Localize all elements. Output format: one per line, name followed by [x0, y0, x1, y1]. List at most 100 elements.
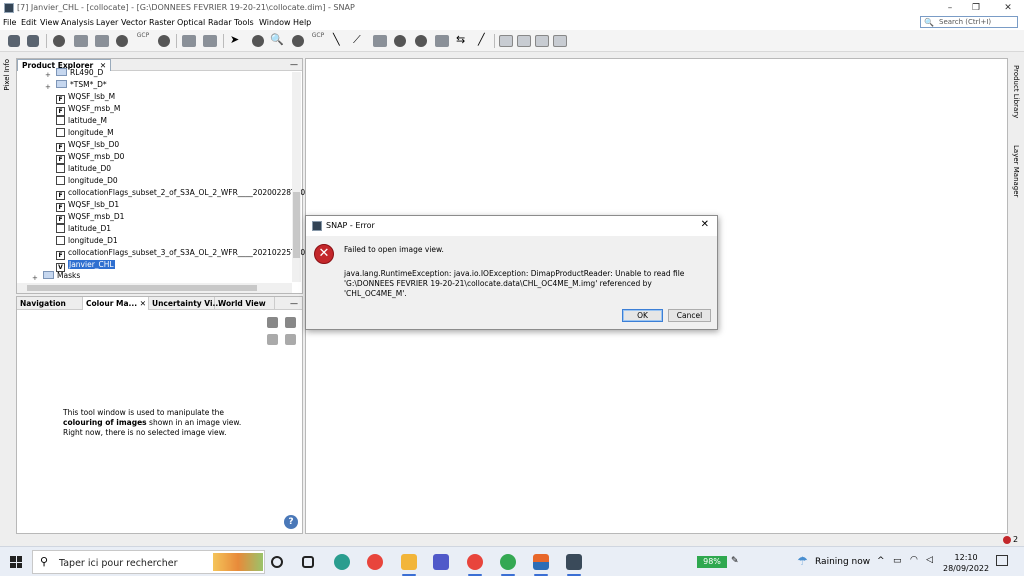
- polygon-drawing-icon[interactable]: [394, 35, 406, 47]
- menu-optical[interactable]: Optical: [177, 18, 205, 27]
- scrollbar-thumb[interactable]: [293, 192, 300, 258]
- search-input[interactable]: 🔍 Search (Ctrl+I): [920, 16, 1018, 28]
- pixel-info-tool-icon[interactable]: ╱: [478, 33, 494, 49]
- save-product-icon[interactable]: [27, 35, 39, 47]
- file-explorer-icon[interactable]: [401, 554, 417, 570]
- tile-evenly-icon[interactable]: [535, 35, 549, 47]
- tile-horizontally-icon[interactable]: [499, 35, 513, 47]
- notification-center-icon[interactable]: [996, 555, 1008, 566]
- tree-band-item[interactable]: longitude_D1: [56, 235, 118, 247]
- taskbar-search-input[interactable]: ⚲ Taper ici pour rechercher: [32, 550, 265, 574]
- batch-processing-icon[interactable]: [203, 35, 217, 47]
- minimize-panel-button[interactable]: —: [290, 299, 298, 308]
- menu-analysis[interactable]: Analysis: [61, 18, 94, 27]
- menu-radar[interactable]: Radar: [208, 18, 232, 27]
- battery-icon[interactable]: ▭: [893, 556, 902, 566]
- tree-band-item[interactable]: latitude_D1: [56, 223, 111, 235]
- close-icon[interactable]: ✕: [140, 299, 146, 308]
- graph-builder-icon[interactable]: [182, 35, 196, 47]
- tab-navigation[interactable]: Navigation: [17, 297, 83, 310]
- ellipse-drawing-icon[interactable]: [415, 35, 427, 47]
- cortana-icon[interactable]: [271, 556, 283, 568]
- pin-placing-icon[interactable]: [292, 35, 304, 47]
- mask-manager-icon[interactable]: [158, 35, 170, 47]
- app-icon[interactable]: [533, 554, 549, 570]
- horizontal-scrollbar[interactable]: [17, 283, 292, 293]
- layer-manager-tab[interactable]: Layer Manager: [1012, 145, 1020, 197]
- tree-band-item[interactable]: F WQSF_lsb_D0: [56, 139, 119, 152]
- menu-window[interactable]: Window: [259, 18, 291, 27]
- menu-tools[interactable]: Tools: [234, 18, 254, 27]
- expand-toggle[interactable]: +: [45, 83, 51, 91]
- tab-colour-manipulation[interactable]: Colour Ma... ✕: [83, 297, 149, 310]
- minimize-panel-button[interactable]: —: [290, 60, 298, 69]
- minimize-button[interactable]: –: [944, 2, 956, 14]
- wifi-icon[interactable]: ◠: [910, 555, 918, 565]
- menu-edit[interactable]: Edit: [21, 18, 37, 27]
- pin-manager-icon[interactable]: [116, 35, 128, 47]
- tile-vertically-icon[interactable]: [517, 35, 531, 47]
- chrome-profile-icon[interactable]: [467, 554, 483, 570]
- tree-band-item[interactable]: FcollocationFlags_subset_3_of_S3A_OL_2_W…: [56, 247, 319, 260]
- weather-status[interactable]: Raining now: [815, 557, 870, 567]
- chrome-profile-icon[interactable]: [500, 554, 516, 570]
- gcp-placing-icon[interactable]: GCP: [310, 32, 326, 48]
- tree-band-item[interactable]: F WQSF_lsb_M: [56, 91, 115, 104]
- windows-start-icon[interactable]: [10, 556, 22, 568]
- maximize-button[interactable]: ❐: [970, 2, 982, 14]
- magic-wand-icon[interactable]: [435, 35, 449, 47]
- pen-icon[interactable]: ✎: [731, 556, 739, 566]
- multi-assign-icon[interactable]: [285, 317, 296, 328]
- scrollbar-thumb[interactable]: [27, 285, 257, 291]
- help-icon[interactable]: ?: [284, 515, 298, 529]
- scatter-plot-icon[interactable]: [74, 35, 88, 47]
- tab-uncertainty-visualisation[interactable]: Uncertainty Vi...: [149, 297, 221, 310]
- line-drawing-icon[interactable]: ╲: [333, 33, 349, 49]
- gcp-manager-icon[interactable]: GCP: [135, 32, 151, 48]
- menu-help[interactable]: Help: [293, 18, 311, 27]
- snap-taskbar-icon[interactable]: [566, 554, 582, 570]
- product-library-tab[interactable]: Product Library: [1012, 65, 1020, 118]
- ok-button[interactable]: OK: [622, 309, 663, 322]
- edge-browser-icon[interactable]: [334, 554, 350, 570]
- tile-single-icon[interactable]: [553, 35, 567, 47]
- volume-icon[interactable]: ◁: [926, 555, 933, 565]
- range-finder-icon[interactable]: ⇆: [456, 33, 472, 49]
- tree-folder-item[interactable]: *TSM*_D*: [56, 79, 107, 91]
- pan-tool-icon[interactable]: [252, 35, 264, 47]
- rectangle-drawing-icon[interactable]: [373, 35, 387, 47]
- menu-raster[interactable]: Raster: [149, 18, 175, 27]
- reset-icon[interactable]: [267, 317, 278, 328]
- dialog-close-button[interactable]: ✕: [701, 219, 709, 230]
- polyline-drawing-icon[interactable]: ⟋: [353, 33, 369, 49]
- open-product-icon[interactable]: [8, 35, 20, 47]
- vertical-scrollbar[interactable]: [292, 72, 301, 282]
- task-view-icon[interactable]: [302, 556, 314, 568]
- menu-layer[interactable]: Layer: [96, 18, 118, 27]
- zoom-tool-icon[interactable]: 🔍: [270, 33, 286, 49]
- select-tool-icon[interactable]: ➤: [230, 33, 246, 49]
- tree-band-item[interactable]: FcollocationFlags_subset_2_of_S3A_OL_2_W…: [56, 187, 319, 200]
- tree-band-item[interactable]: F WQSF_lsb_D1: [56, 199, 119, 212]
- grid-tool-icon[interactable]: [95, 35, 109, 47]
- menu-vector[interactable]: Vector: [121, 18, 147, 27]
- tree-band-item[interactable]: longitude_D0: [56, 175, 118, 187]
- tree-band-item[interactable]: latitude_M: [56, 115, 107, 127]
- notification-icon[interactable]: [1003, 536, 1011, 544]
- chrome-icon[interactable]: [367, 554, 383, 570]
- tree-band-item[interactable]: F WQSF_msb_D0: [56, 151, 124, 164]
- expand-toggle[interactable]: +: [45, 71, 51, 79]
- tab-world-view[interactable]: World View: [215, 297, 275, 310]
- close-button[interactable]: ✕: [1002, 2, 1014, 14]
- tree-folder-item[interactable]: RL490_D: [56, 67, 103, 79]
- chevron-up-icon[interactable]: ^: [877, 556, 885, 566]
- clock[interactable]: 12:10 28/09/2022: [943, 552, 989, 574]
- tree-masks-item[interactable]: Masks: [43, 270, 80, 282]
- cancel-button[interactable]: Cancel: [668, 309, 711, 322]
- menu-view[interactable]: View: [40, 18, 59, 27]
- export-icon[interactable]: [285, 334, 296, 345]
- menu-file[interactable]: File: [3, 18, 16, 27]
- import-icon[interactable]: [267, 334, 278, 345]
- pixel-info-tab[interactable]: Pixel Info: [3, 59, 11, 91]
- tree-band-item[interactable]: F WQSF_msb_D1: [56, 211, 124, 224]
